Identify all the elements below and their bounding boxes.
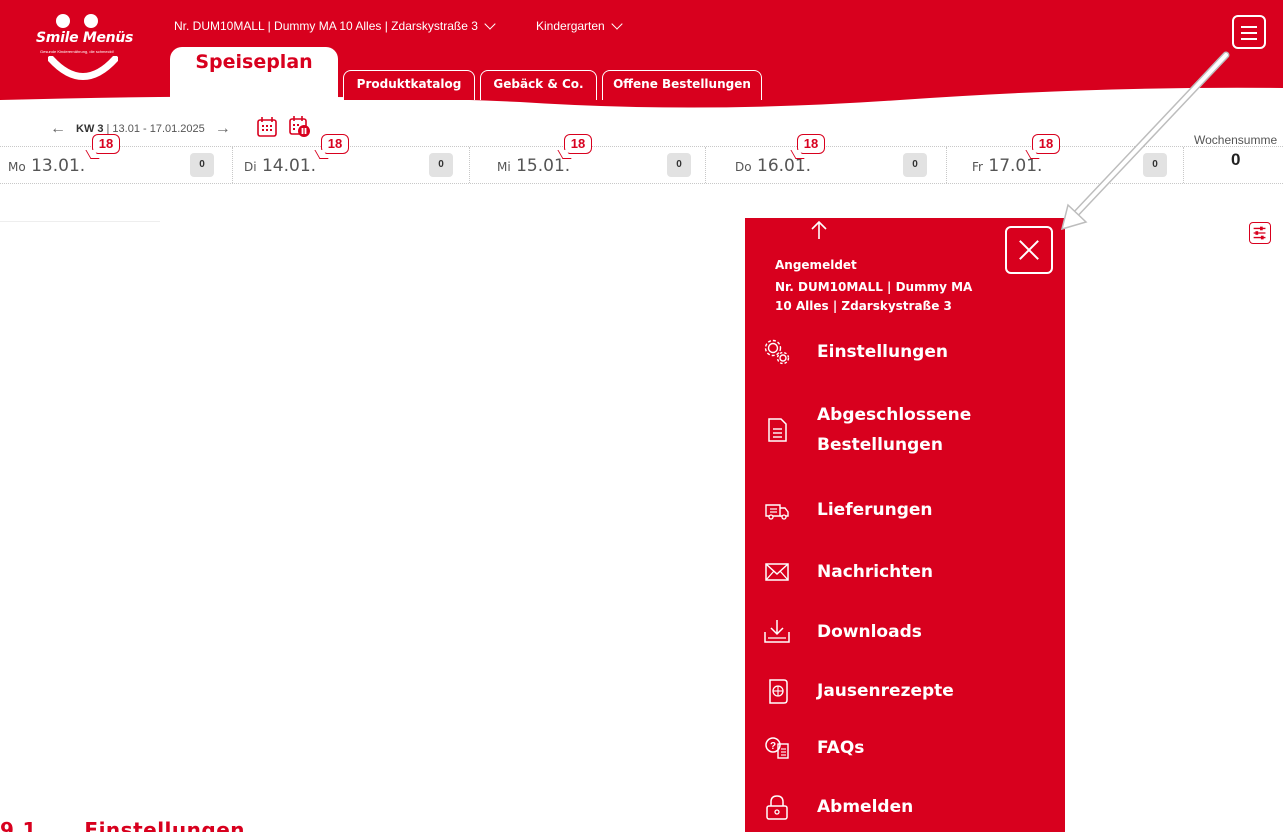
brand-tagline: Gesunde Kinderernährung, die schmeckt! <box>40 49 114 54</box>
day-column-mi[interactable]: Mi 15.01. 18 0 <box>469 134 705 183</box>
day-badge: 18 <box>321 134 349 154</box>
week-sum-value: 0 <box>1231 150 1241 169</box>
brand-name: Smile Menüs <box>36 30 134 46</box>
delivery-truck-icon <box>765 504 789 520</box>
chevron-down-icon <box>484 17 496 30</box>
menu-item-jausenrezepte[interactable]: Jausenrezepte <box>763 676 1053 706</box>
menu-item-abgeschlossene-bestellungen[interactable]: Abgeschlossene Bestellungen <box>763 400 1053 460</box>
menu-item-nachrichten[interactable]: Nachrichten <box>763 557 1053 587</box>
calendar-icon[interactable] <box>256 116 278 138</box>
day-count: 0 <box>1143 153 1167 177</box>
day-count: 0 <box>190 153 214 177</box>
download-tray-icon <box>764 620 790 643</box>
week-days-row: Mo 13.01. 18 0 Di 14.01. 18 0 Mi 15.01. … <box>0 134 1283 184</box>
menu-item-faqs[interactable]: ? FAQs <box>763 733 1053 763</box>
brand-logo[interactable]: Smile Menüs Gesunde Kinderernährung, die… <box>36 14 146 94</box>
arrow-left-icon[interactable]: ← <box>50 120 66 138</box>
day-column-di[interactable]: Di 14.01. 18 0 <box>232 134 469 183</box>
calendar-pause-icon[interactable] <box>289 116 311 138</box>
day-label: Mi 15.01. <box>497 156 571 176</box>
day-label: Fr 17.01. <box>972 156 1043 176</box>
day-separator <box>1183 147 1184 183</box>
day-column-fr[interactable]: Fr 17.01. 18 0 <box>946 134 1183 183</box>
filter-settings-icon[interactable] <box>1249 222 1271 244</box>
group-select-label: Kindergarten <box>536 19 605 33</box>
logo-eye-left <box>56 14 70 28</box>
chevron-down-icon <box>611 17 623 30</box>
week-sum-label: Wochensumme <box>1194 133 1278 147</box>
logged-in-title: Angemeldet <box>775 258 857 272</box>
document-icon <box>768 418 787 442</box>
menu-item-lieferungen[interactable]: Lieferungen <box>763 495 1053 525</box>
menu-item-label: Jausenrezepte <box>817 681 954 701</box>
menu-item-label: Nachrichten <box>817 562 934 582</box>
day-column-do[interactable]: Do 16.01. 18 0 <box>705 134 946 183</box>
faq-icon: ? <box>765 737 789 759</box>
logged-in-info: Nr. DUM10MALL | Dummy MA 10 Alles | Zdar… <box>775 280 973 313</box>
recipe-icon <box>769 679 788 704</box>
day-badge: 18 <box>1032 134 1060 154</box>
customer-select[interactable]: Nr. DUM10MALL | Dummy MA 10 Alles | Zdar… <box>174 17 496 33</box>
side-menu-panel: Angemeldet Nr. DUM10MALL | Dummy MA 10 A… <box>745 218 1065 832</box>
tab-gebaeck[interactable]: Gebäck & Co. <box>480 70 597 100</box>
menu-item-label: Lieferungen <box>817 500 933 520</box>
day-badge: 18 <box>564 134 592 154</box>
menu-item-abmelden[interactable]: Abmelden <box>763 792 1053 822</box>
menu-item-downloads[interactable]: Downloads <box>763 617 1053 647</box>
day-count: 0 <box>667 153 691 177</box>
logo-smile <box>48 56 118 80</box>
customer-select-label: Nr. DUM10MALL | Dummy MA 10 Alles | Zdar… <box>174 19 478 33</box>
week-navigation: ← KW 3 | 13.01 - 17.01.2025 → <box>50 118 239 140</box>
day-badge: 18 <box>797 134 825 154</box>
day-count: 0 <box>903 153 927 177</box>
close-icon[interactable] <box>1005 226 1053 274</box>
day-count: 0 <box>429 153 453 177</box>
day-label: Do 16.01. <box>735 156 812 176</box>
app-header: Smile Menüs Gesunde Kinderernährung, die… <box>0 0 1283 118</box>
week-range: | 13.01 - 17.01.2025 <box>106 123 205 135</box>
tab-offene-bestellungen[interactable]: Offene Bestellungen <box>602 70 762 100</box>
tab-speiseplan[interactable]: Speiseplan <box>170 47 338 105</box>
day-column-mo[interactable]: Mo 13.01. 18 0 <box>0 134 232 183</box>
logo-eye-right <box>84 14 98 28</box>
divider <box>0 221 160 222</box>
section-title: Einstellungen <box>84 818 245 832</box>
section-number: 9.1 <box>0 818 37 832</box>
menu-item-label: Abgeschlossene Bestellungen <box>817 405 972 455</box>
menu-item-label: FAQs <box>817 738 865 758</box>
menu-item-label: Einstellungen <box>817 342 948 362</box>
arrow-right-icon[interactable]: → <box>215 120 231 138</box>
svg-text:?: ? <box>770 741 776 752</box>
hamburger-icon[interactable] <box>1232 15 1266 49</box>
section-heading: 9.1 Einstellungen <box>0 818 245 832</box>
menu-item-label: Downloads <box>817 622 922 642</box>
arrow-up-icon[interactable] <box>809 218 829 240</box>
envelope-icon <box>765 563 789 581</box>
group-select[interactable]: Kindergarten <box>536 17 623 33</box>
day-label: Mo 13.01. <box>8 156 86 176</box>
menu-item-label: Abmelden <box>817 797 914 817</box>
tab-produktkatalog[interactable]: Produktkatalog <box>343 70 475 100</box>
day-label: Di 14.01. <box>244 156 317 176</box>
lock-icon <box>766 795 788 820</box>
gears-icon <box>764 339 790 365</box>
menu-item-einstellungen[interactable]: Einstellungen <box>763 337 1053 367</box>
day-badge: 18 <box>92 134 120 154</box>
